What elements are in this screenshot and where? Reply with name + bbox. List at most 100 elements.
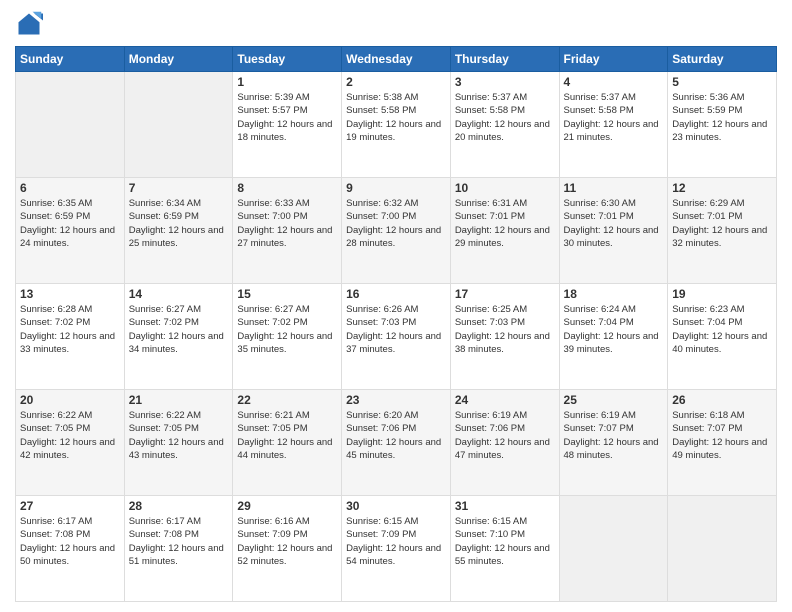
calendar-cell: 25 Sunrise: 6:19 AM Sunset: 7:07 PM Dayli… [559, 390, 668, 496]
day-info: Sunrise: 5:37 AM Sunset: 5:58 PM Dayligh… [564, 91, 664, 144]
weekday-header-wednesday: Wednesday [342, 47, 451, 72]
calendar-week-row: 20 Sunrise: 6:22 AM Sunset: 7:05 PM Dayli… [16, 390, 777, 496]
calendar-cell [559, 496, 668, 602]
day-number: 13 [20, 287, 120, 301]
day-number: 20 [20, 393, 120, 407]
calendar-cell: 27Sunrise: 6:17 AM Sunset: 7:08 PM Dayli… [16, 496, 125, 602]
day-info: Sunrise: 6:28 AM Sunset: 7:02 PM Dayligh… [20, 303, 120, 356]
page: SundayMondayTuesdayWednesdayThursdayFrid… [0, 0, 792, 612]
weekday-header-tuesday: Tuesday [233, 47, 342, 72]
calendar-week-row: 1 Sunrise: 5:39 AM Sunset: 5:57 PM Daylig… [16, 72, 777, 178]
calendar-cell: 19 Sunrise: 6:23 AM Sunset: 7:04 PM Dayli… [668, 284, 777, 390]
day-number: 17 [455, 287, 555, 301]
day-info: Sunrise: 6:25 AM Sunset: 7:03 PM Dayligh… [455, 303, 555, 356]
calendar-cell: 10 Sunrise: 6:31 AM Sunset: 7:01 PM Dayli… [450, 178, 559, 284]
calendar-cell: 30 Sunrise: 6:15 AM Sunset: 7:09 PM Dayli… [342, 496, 451, 602]
day-number: 21 [129, 393, 229, 407]
calendar-cell [16, 72, 125, 178]
day-number: 11 [564, 181, 664, 195]
calendar-cell: 31Sunrise: 6:15 AM Sunset: 7:10 PM Dayli… [450, 496, 559, 602]
day-info: Sunrise: 6:15 AM Sunset: 7:10 PM Dayligh… [455, 515, 555, 568]
weekday-header-saturday: Saturday [668, 47, 777, 72]
calendar-week-row: 27Sunrise: 6:17 AM Sunset: 7:08 PM Dayli… [16, 496, 777, 602]
calendar-cell: 14 Sunrise: 6:27 AM Sunset: 7:02 PM Dayli… [124, 284, 233, 390]
calendar-cell: 9 Sunrise: 6:32 AM Sunset: 7:00 PM Daylig… [342, 178, 451, 284]
day-number: 4 [564, 75, 664, 89]
calendar-cell [124, 72, 233, 178]
day-number: 22 [237, 393, 337, 407]
calendar-cell: 23 Sunrise: 6:20 AM Sunset: 7:06 PM Dayli… [342, 390, 451, 496]
day-info: Sunrise: 6:23 AM Sunset: 7:04 PM Dayligh… [672, 303, 772, 356]
day-info: Sunrise: 6:22 AM Sunset: 7:05 PM Dayligh… [129, 409, 229, 462]
calendar-cell: 29 Sunrise: 6:16 AM Sunset: 7:09 PM Dayli… [233, 496, 342, 602]
day-number: 15 [237, 287, 337, 301]
day-number: 10 [455, 181, 555, 195]
calendar-cell: 16Sunrise: 6:26 AM Sunset: 7:03 PM Dayli… [342, 284, 451, 390]
day-number: 30 [346, 499, 446, 513]
day-number: 28 [129, 499, 229, 513]
calendar-cell: 11 Sunrise: 6:30 AM Sunset: 7:01 PM Dayli… [559, 178, 668, 284]
calendar-cell: 5 Sunrise: 5:36 AM Sunset: 5:59 PM Daylig… [668, 72, 777, 178]
calendar-cell: 1 Sunrise: 5:39 AM Sunset: 5:57 PM Daylig… [233, 72, 342, 178]
day-info: Sunrise: 6:34 AM Sunset: 6:59 PM Dayligh… [129, 197, 229, 250]
weekday-header-friday: Friday [559, 47, 668, 72]
day-info: Sunrise: 6:19 AM Sunset: 7:07 PM Dayligh… [564, 409, 664, 462]
day-number: 24 [455, 393, 555, 407]
calendar-cell [668, 496, 777, 602]
day-number: 29 [237, 499, 337, 513]
logo-icon [15, 10, 43, 38]
calendar-cell: 15 Sunrise: 6:27 AM Sunset: 7:02 PM Dayli… [233, 284, 342, 390]
calendar-cell: 6 Sunrise: 6:35 AM Sunset: 6:59 PM Daylig… [16, 178, 125, 284]
day-info: Sunrise: 6:17 AM Sunset: 7:08 PM Dayligh… [20, 515, 120, 568]
weekday-header-monday: Monday [124, 47, 233, 72]
day-number: 6 [20, 181, 120, 195]
day-info: Sunrise: 6:15 AM Sunset: 7:09 PM Dayligh… [346, 515, 446, 568]
day-info: Sunrise: 6:27 AM Sunset: 7:02 PM Dayligh… [129, 303, 229, 356]
calendar-cell: 22 Sunrise: 6:21 AM Sunset: 7:05 PM Dayli… [233, 390, 342, 496]
calendar-cell: 28 Sunrise: 6:17 AM Sunset: 7:08 PM Dayli… [124, 496, 233, 602]
day-info: Sunrise: 6:27 AM Sunset: 7:02 PM Dayligh… [237, 303, 337, 356]
calendar-cell: 4 Sunrise: 5:37 AM Sunset: 5:58 PM Daylig… [559, 72, 668, 178]
calendar-cell: 13 Sunrise: 6:28 AM Sunset: 7:02 PM Dayli… [16, 284, 125, 390]
day-number: 5 [672, 75, 772, 89]
calendar-week-row: 13 Sunrise: 6:28 AM Sunset: 7:02 PM Dayli… [16, 284, 777, 390]
day-info: Sunrise: 6:26 AM Sunset: 7:03 PM Dayligh… [346, 303, 446, 356]
calendar-cell: 12Sunrise: 6:29 AM Sunset: 7:01 PM Dayli… [668, 178, 777, 284]
day-info: Sunrise: 5:36 AM Sunset: 5:59 PM Dayligh… [672, 91, 772, 144]
calendar-cell: 3Sunrise: 5:37 AM Sunset: 5:58 PM Daylig… [450, 72, 559, 178]
calendar-table: SundayMondayTuesdayWednesdayThursdayFrid… [15, 46, 777, 602]
day-info: Sunrise: 6:31 AM Sunset: 7:01 PM Dayligh… [455, 197, 555, 250]
day-number: 2 [346, 75, 446, 89]
weekday-header-thursday: Thursday [450, 47, 559, 72]
calendar-cell: 26 Sunrise: 6:18 AM Sunset: 7:07 PM Dayli… [668, 390, 777, 496]
calendar-cell: 18 Sunrise: 6:24 AM Sunset: 7:04 PM Dayli… [559, 284, 668, 390]
day-info: Sunrise: 6:21 AM Sunset: 7:05 PM Dayligh… [237, 409, 337, 462]
calendar-cell: 8Sunrise: 6:33 AM Sunset: 7:00 PM Daylig… [233, 178, 342, 284]
weekday-header-row: SundayMondayTuesdayWednesdayThursdayFrid… [16, 47, 777, 72]
day-info: Sunrise: 6:19 AM Sunset: 7:06 PM Dayligh… [455, 409, 555, 462]
day-number: 1 [237, 75, 337, 89]
day-info: Sunrise: 5:37 AM Sunset: 5:58 PM Dayligh… [455, 91, 555, 144]
day-number: 18 [564, 287, 664, 301]
day-number: 12 [672, 181, 772, 195]
day-number: 25 [564, 393, 664, 407]
day-info: Sunrise: 6:18 AM Sunset: 7:07 PM Dayligh… [672, 409, 772, 462]
day-info: Sunrise: 5:38 AM Sunset: 5:58 PM Dayligh… [346, 91, 446, 144]
day-number: 19 [672, 287, 772, 301]
day-info: Sunrise: 6:35 AM Sunset: 6:59 PM Dayligh… [20, 197, 120, 250]
day-number: 9 [346, 181, 446, 195]
day-number: 23 [346, 393, 446, 407]
day-number: 14 [129, 287, 229, 301]
calendar-cell: 21 Sunrise: 6:22 AM Sunset: 7:05 PM Dayli… [124, 390, 233, 496]
day-info: Sunrise: 6:16 AM Sunset: 7:09 PM Dayligh… [237, 515, 337, 568]
day-info: Sunrise: 6:30 AM Sunset: 7:01 PM Dayligh… [564, 197, 664, 250]
day-number: 26 [672, 393, 772, 407]
day-info: Sunrise: 6:17 AM Sunset: 7:08 PM Dayligh… [129, 515, 229, 568]
day-info: Sunrise: 6:32 AM Sunset: 7:00 PM Dayligh… [346, 197, 446, 250]
calendar-cell: 7Sunrise: 6:34 AM Sunset: 6:59 PM Daylig… [124, 178, 233, 284]
day-info: Sunrise: 6:20 AM Sunset: 7:06 PM Dayligh… [346, 409, 446, 462]
day-info: Sunrise: 6:24 AM Sunset: 7:04 PM Dayligh… [564, 303, 664, 356]
day-info: Sunrise: 6:22 AM Sunset: 7:05 PM Dayligh… [20, 409, 120, 462]
weekday-header-sunday: Sunday [16, 47, 125, 72]
day-info: Sunrise: 5:39 AM Sunset: 5:57 PM Dayligh… [237, 91, 337, 144]
